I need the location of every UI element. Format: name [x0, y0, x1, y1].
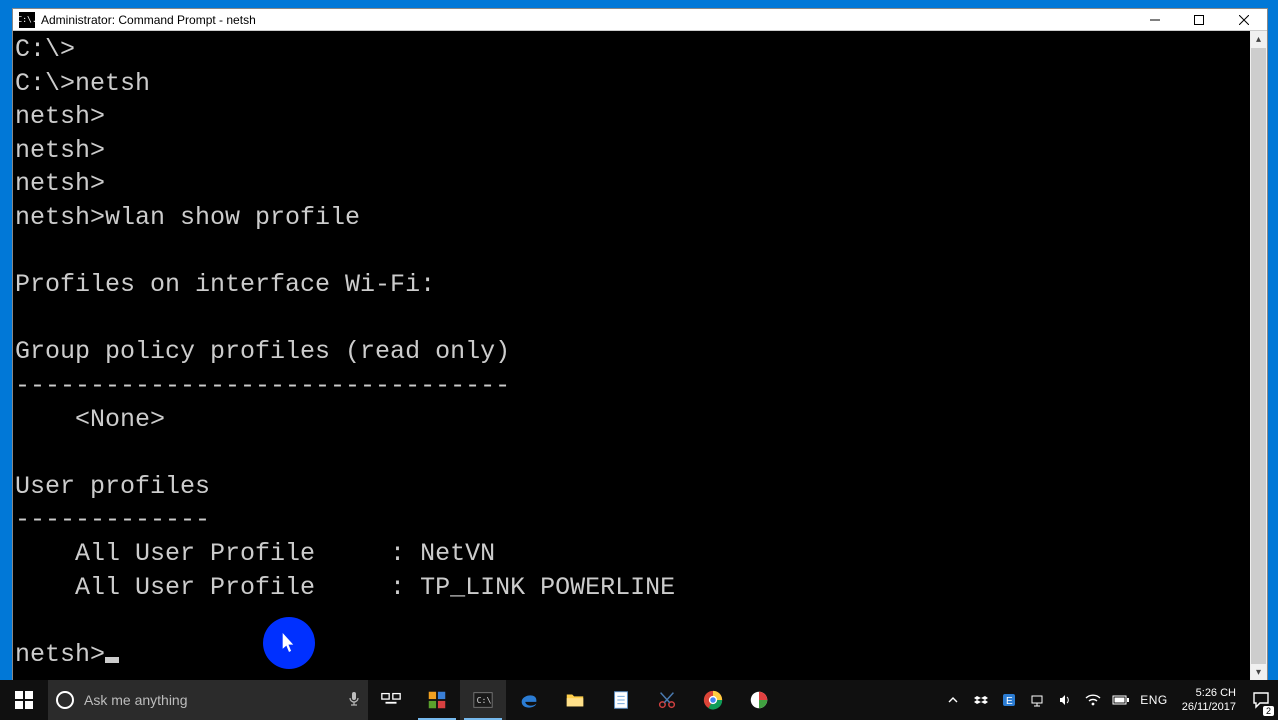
- microphone-icon[interactable]: [348, 691, 360, 710]
- taskbar: Ask me anything C:\ E: [0, 680, 1278, 720]
- scissors-icon: [656, 689, 678, 711]
- vertical-scrollbar[interactable]: ▴ ▾: [1250, 31, 1267, 681]
- taskbar-app-edge[interactable]: [506, 680, 552, 720]
- tray-battery-icon[interactable]: [1112, 694, 1130, 706]
- taskbar-app-notepad[interactable]: [598, 680, 644, 720]
- taskbar-app-vmware[interactable]: [414, 680, 460, 720]
- taskbar-app-chrome[interactable]: [690, 680, 736, 720]
- terminal-cursor: [105, 657, 119, 663]
- minimize-button[interactable]: [1133, 9, 1177, 31]
- folder-icon: [564, 689, 586, 711]
- taskbar-app-snipping[interactable]: [644, 680, 690, 720]
- taskbar-app-generic[interactable]: [736, 680, 782, 720]
- svg-text:E: E: [1006, 696, 1013, 707]
- terminal-output[interactable]: C:\> C:\>netsh netsh> netsh> netsh> nets…: [13, 31, 1250, 681]
- clock-time: 5:26 CH: [1196, 686, 1236, 700]
- task-view-button[interactable]: [368, 680, 414, 720]
- search-placeholder: Ask me anything: [84, 692, 338, 708]
- maximize-icon: [1194, 15, 1204, 25]
- system-tray[interactable]: E ENG: [938, 680, 1174, 720]
- titlebar[interactable]: C:\. Administrator: Command Prompt - net…: [13, 9, 1267, 31]
- close-button[interactable]: [1221, 9, 1267, 31]
- clock-date: 26/11/2017: [1182, 700, 1236, 714]
- notification-badge: 2: [1263, 706, 1274, 716]
- task-view-icon: [380, 689, 402, 711]
- close-icon: [1239, 15, 1249, 25]
- terminal-lines: C:\> C:\>netsh netsh> netsh> netsh> nets…: [15, 35, 675, 669]
- taskbar-clock[interactable]: 5:26 CH 26/11/2017: [1174, 680, 1244, 720]
- search-box[interactable]: Ask me anything: [48, 680, 368, 720]
- cursor-arrow-icon: [282, 633, 296, 653]
- window-title: Administrator: Command Prompt - netsh: [41, 13, 256, 27]
- chrome-icon: [702, 689, 724, 711]
- tray-language[interactable]: ENG: [1140, 693, 1168, 707]
- tray-dropbox-icon[interactable]: [972, 693, 990, 707]
- minimize-icon: [1150, 15, 1160, 25]
- cmd-icon: C:\: [472, 689, 494, 711]
- action-center-button[interactable]: 2: [1244, 680, 1278, 720]
- taskbar-app-cmd[interactable]: C:\: [460, 680, 506, 720]
- svg-text:C:\: C:\: [477, 695, 492, 705]
- windows-logo-icon: [15, 691, 33, 709]
- tray-network-icon[interactable]: [1028, 693, 1046, 707]
- scroll-down-arrow-icon[interactable]: ▾: [1250, 664, 1267, 681]
- cursor-highlight: [263, 617, 315, 669]
- scrollbar-thumb[interactable]: [1251, 48, 1266, 664]
- tray-app-icon[interactable]: E: [1000, 693, 1018, 707]
- edge-icon: [518, 689, 540, 711]
- app-icon: C:\.: [19, 12, 35, 28]
- command-prompt-window: C:\. Administrator: Command Prompt - net…: [12, 8, 1268, 682]
- terminal-area: C:\> C:\>netsh netsh> netsh> netsh> nets…: [13, 31, 1267, 681]
- tray-chevron-up-icon[interactable]: [944, 695, 962, 705]
- start-button[interactable]: [0, 680, 48, 720]
- cortana-icon: [56, 691, 74, 709]
- tray-wifi-icon[interactable]: [1084, 693, 1102, 707]
- tray-volume-icon[interactable]: [1056, 693, 1074, 707]
- maximize-button[interactable]: [1177, 9, 1221, 31]
- boxes-icon: [426, 689, 448, 711]
- app-icon: [748, 689, 770, 711]
- scrollbar-track[interactable]: [1250, 48, 1267, 664]
- notepad-icon: [610, 689, 632, 711]
- scroll-up-arrow-icon[interactable]: ▴: [1250, 31, 1267, 48]
- taskbar-app-explorer[interactable]: [552, 680, 598, 720]
- taskbar-spacer: [782, 680, 938, 720]
